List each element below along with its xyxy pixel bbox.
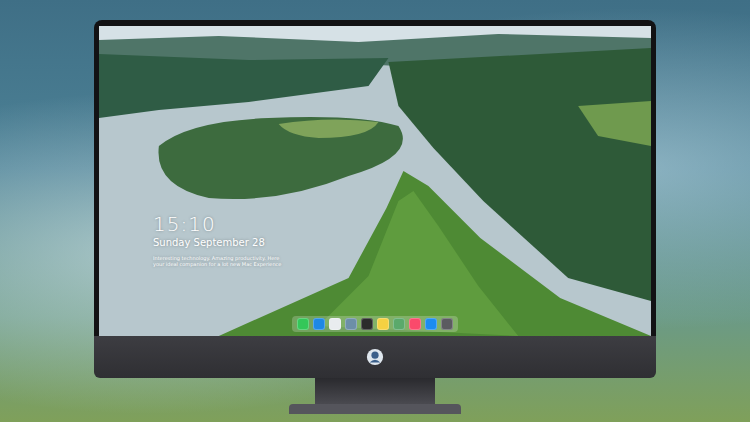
dock-app-icon[interactable] [329, 318, 341, 330]
monitor-base [289, 404, 461, 414]
tagline-line: your ideal companion for a lot new Mac E… [153, 261, 281, 267]
tagline-line: Interesting technology. Amazing producti… [153, 255, 281, 261]
clock-time: 15:10 [153, 212, 281, 236]
dock-app-icon[interactable] [393, 318, 405, 330]
brand-logo-icon [366, 348, 384, 366]
clock-date: Sunday September 28 [153, 236, 281, 249]
tagline: Interesting technology. Amazing producti… [153, 255, 281, 267]
dock-app-icon[interactable] [377, 318, 389, 330]
monitor-stand [315, 378, 435, 404]
screen: 15:10Sunday September 28 Interesting tech… [99, 26, 651, 336]
dock-app-icon[interactable] [297, 318, 309, 330]
dock-app-icon[interactable] [441, 318, 453, 330]
dock-app-icon[interactable] [409, 318, 421, 330]
dock-app-icon[interactable] [345, 318, 357, 330]
monitor-bezel: 15:10Sunday September 28 Interesting tech… [94, 20, 656, 336]
wallpaper-photo [99, 26, 651, 336]
monitor: 15:10Sunday September 28 Interesting tech… [94, 20, 656, 422]
dock-app-icon[interactable] [361, 318, 373, 330]
dock-app-icon[interactable] [425, 318, 437, 330]
page-background: 15:10Sunday September 28 Interesting tech… [0, 0, 750, 422]
dock-app-icon[interactable] [313, 318, 325, 330]
lock-clock: 15:10Sunday September 28 Interesting tech… [153, 212, 281, 267]
monitor-chin [94, 336, 656, 378]
dock [292, 316, 458, 332]
